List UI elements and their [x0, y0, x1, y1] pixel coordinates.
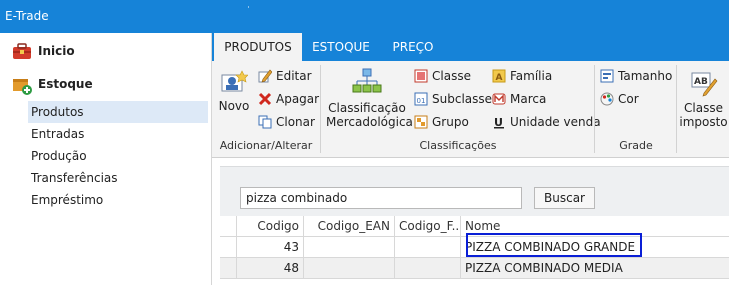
cell-codigo-ean — [304, 237, 395, 258]
size-icon — [600, 69, 614, 83]
cell-codigo-f — [395, 237, 461, 258]
familia-label: Família — [510, 69, 553, 83]
toolbox-icon — [12, 42, 32, 60]
selection-highlight — [466, 233, 642, 257]
classificacao-label-2: Mercadológica — [326, 115, 413, 129]
marca-label: Marca — [510, 92, 547, 106]
svg-text:01: 01 — [417, 97, 426, 105]
marca-button[interactable]: Marca — [492, 92, 546, 106]
tab-estoque[interactable]: ESTOQUE — [304, 33, 378, 61]
classe-imposto-label-2: imposto — [679, 115, 728, 129]
familia-button[interactable]: A Família — [492, 69, 552, 83]
cor-button[interactable]: Cor — [600, 92, 639, 106]
unidade-venda-label: Unidade venda — [510, 115, 601, 129]
classe-label: Classe — [432, 69, 471, 83]
sidebar-section-label: Inicio — [38, 44, 75, 58]
sidebar: Inicio Estoque Produtos Entradas Produçã… — [0, 33, 212, 285]
column-header-codigo-ean[interactable]: Codigo_EAN — [304, 216, 395, 237]
results-grid: Codigo Codigo_EAN Codigo_F... Nome 43 PI… — [220, 216, 729, 285]
clonar-button[interactable]: Clonar — [258, 115, 315, 129]
column-header-codigo[interactable]: Codigo — [237, 216, 304, 237]
subclasse-label: Subclasse — [432, 92, 493, 106]
sidebar-section-label: Estoque — [38, 77, 93, 91]
tamanho-label: Tamanho — [618, 69, 673, 83]
tamanho-button[interactable]: Tamanho — [600, 69, 672, 83]
classe-imposto-label-1: Classe — [684, 101, 723, 115]
classificacao-label-1: Classificação — [328, 101, 406, 115]
apagar-button[interactable]: Apagar — [258, 92, 319, 106]
cell-codigo: 43 — [237, 237, 304, 258]
unidade-venda-button[interactable]: U Unidade venda — [492, 115, 601, 129]
classe-icon — [414, 69, 428, 83]
sidebar-item-entradas[interactable]: Entradas — [28, 123, 208, 145]
novo-button[interactable]: Novo — [216, 69, 252, 113]
svg-text:A: A — [496, 73, 503, 83]
spellcheck-icon: AB — [678, 69, 729, 101]
subclasse-icon: 01 — [414, 92, 428, 106]
classe-button[interactable]: Classe — [414, 69, 471, 83]
ribbon-separator — [676, 65, 677, 153]
marca-icon — [492, 92, 506, 106]
box-add-icon — [12, 75, 32, 95]
group-label-grade: Grade — [619, 139, 653, 152]
novo-label: Novo — [218, 99, 250, 113]
title-bar: E-Trade ˙ — [0, 0, 729, 33]
title-dot: ˙ — [246, 6, 251, 17]
underline-u-icon: U — [492, 115, 506, 129]
tab-preco[interactable]: PREÇO — [382, 33, 444, 61]
cell-codigo: 48 — [237, 258, 304, 279]
sidebar-section-estoque[interactable]: Estoque — [12, 72, 93, 96]
row-indicator — [220, 258, 237, 279]
classe-imposto-button[interactable]: AB Classe imposto — [678, 69, 729, 129]
content-area: Buscar Codigo Codigo_EAN Codigo_F... Nom… — [212, 158, 729, 285]
sidebar-item-producao[interactable]: Produção — [28, 145, 208, 167]
sidebar-item-transferencias[interactable]: Transferências — [28, 167, 208, 189]
search-input[interactable] — [240, 187, 522, 209]
table-row[interactable]: 48 PIZZA COMBINADO MEDIA — [220, 258, 729, 279]
window-title: E-Trade — [5, 9, 49, 23]
clonar-label: Clonar — [276, 115, 315, 129]
cell-nome: PIZZA COMBINADO MEDIA — [461, 258, 729, 279]
apagar-label: Apagar — [276, 92, 320, 106]
row-indicator — [220, 237, 237, 258]
search-panel: Buscar — [220, 166, 729, 216]
ribbon-separator — [594, 65, 595, 153]
grupo-icon — [414, 115, 428, 129]
ribbon: Novo Editar Apagar Clonar Adicionar/Alte… — [212, 61, 729, 158]
editar-label: Editar — [276, 69, 312, 83]
subclasse-button[interactable]: 01 Subclasse — [414, 92, 492, 106]
sidebar-section-inicio[interactable]: Inicio — [12, 39, 75, 63]
column-header-codigo-f[interactable]: Codigo_F... — [395, 216, 461, 237]
grupo-button[interactable]: Grupo — [414, 115, 469, 129]
ribbon-tabs: PRODUTOS ESTOQUE PREÇO — [212, 33, 729, 61]
editar-button[interactable]: Editar — [258, 69, 312, 83]
new-user-icon — [216, 69, 252, 99]
cor-label: Cor — [618, 92, 639, 106]
sidebar-item-produtos[interactable]: Produtos — [28, 101, 208, 123]
group-label-adicionar: Adicionar/Alterar — [219, 139, 313, 152]
sidebar-item-emprestimo[interactable]: Empréstimo — [28, 189, 208, 211]
buscar-button[interactable]: Buscar — [534, 187, 595, 209]
delete-x-icon — [258, 92, 272, 106]
group-label-classificacoes: Classificações — [419, 139, 497, 152]
ribbon-separator — [320, 65, 321, 153]
cell-codigo-ean — [304, 258, 395, 279]
classificacao-mercadologica-button[interactable]: Classificação Mercadológica — [326, 67, 413, 129]
edit-icon — [258, 69, 273, 83]
tab-produtos[interactable]: PRODUTOS — [214, 33, 302, 61]
familia-icon: A — [492, 69, 506, 83]
svg-text:AB: AB — [694, 77, 708, 87]
grupo-label: Grupo — [432, 115, 469, 129]
clone-icon — [258, 115, 272, 129]
hierarchy-icon — [326, 67, 408, 101]
color-palette-icon — [600, 92, 614, 106]
cell-codigo-f — [395, 258, 461, 279]
row-indicator-header — [220, 216, 237, 237]
